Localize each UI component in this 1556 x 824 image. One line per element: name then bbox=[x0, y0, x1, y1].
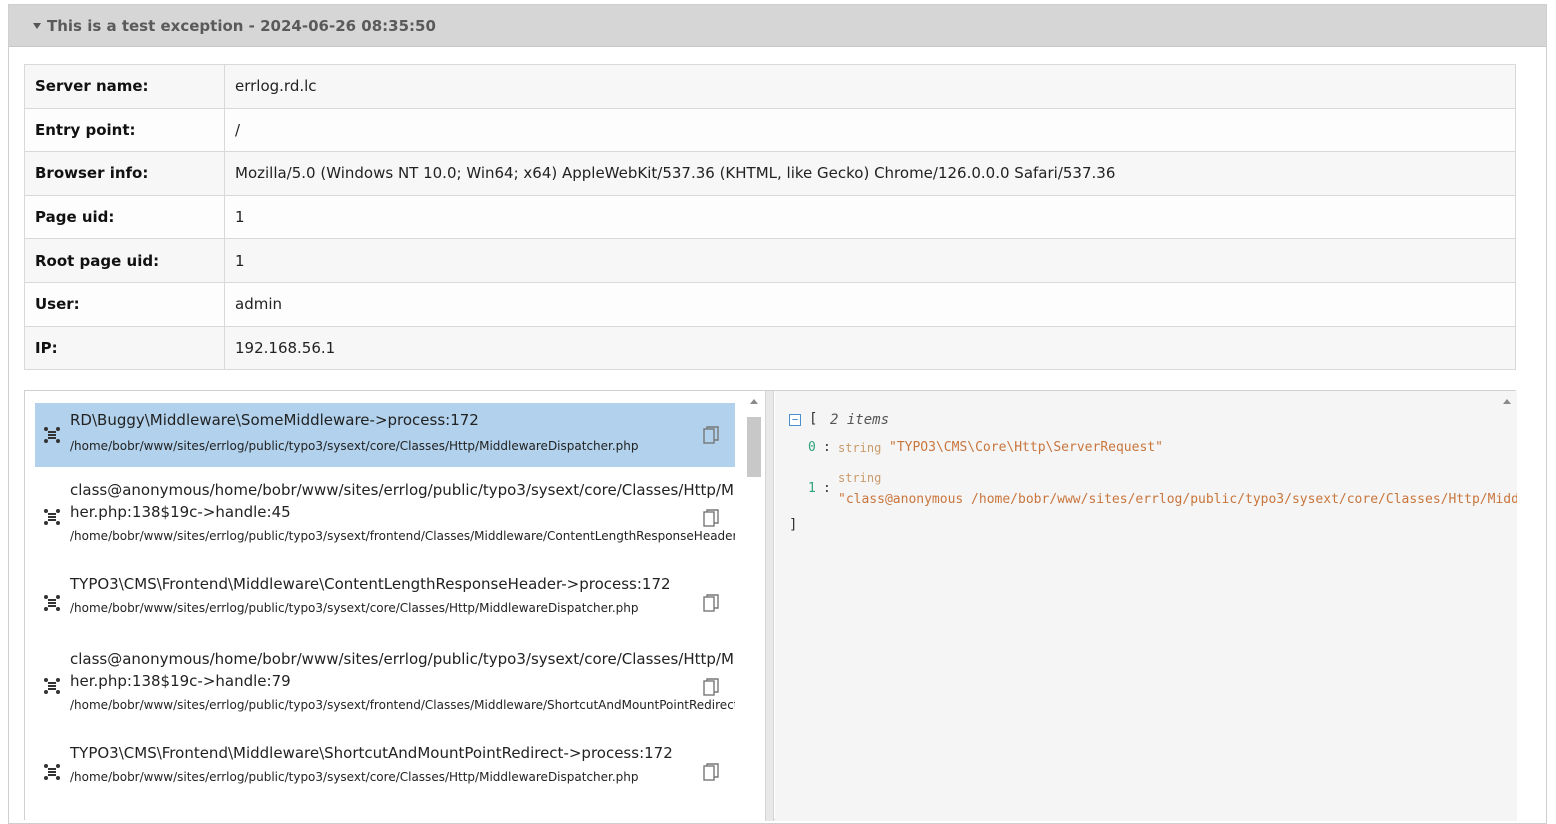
frame-file-path: /home/bobr/www/sites/errlog/public/typo3… bbox=[70, 601, 639, 615]
frame-file-path: /home/bobr/www/sites/errlog/public/typo3… bbox=[70, 770, 639, 784]
frame-function: class@anonymous/home/bobr/www/sites/errl… bbox=[70, 650, 735, 668]
function-node-icon bbox=[44, 427, 60, 443]
json-index: 0 bbox=[808, 440, 816, 455]
scroll-up-arrow-icon[interactable] bbox=[1503, 399, 1511, 404]
scrollbar-thumb[interactable] bbox=[747, 417, 761, 477]
frame-file-path: /home/bobr/www/sites/errlog/public/typo3… bbox=[70, 698, 735, 712]
frame-file-path: /home/bobr/www/sites/errlog/public/typo3… bbox=[70, 529, 735, 543]
stack-trace-list[interactable]: RD\Buggy\Middleware\SomeMiddleware->proc… bbox=[25, 391, 765, 821]
pane-splitter[interactable] bbox=[765, 391, 774, 821]
frame-function: TYPO3\CMS\Frontend\Middleware\ShortcutAn… bbox=[70, 744, 673, 762]
function-node-icon bbox=[44, 764, 60, 780]
caret-down-icon bbox=[33, 23, 41, 29]
collapse-toggle[interactable]: − bbox=[789, 414, 801, 426]
info-label: Root page uid: bbox=[24, 238, 225, 283]
info-label: Entry point: bbox=[24, 107, 225, 153]
stack-frame[interactable]: class@anonymous/home/bobr/www/sites/errl… bbox=[35, 648, 735, 720]
stack-frame[interactable]: class@anonymous/home/bobr/www/sites/errl… bbox=[35, 479, 735, 551]
trace-scrollbar[interactable] bbox=[745, 395, 763, 815]
info-value: 192.168.56.1 bbox=[224, 325, 1516, 371]
info-row-user: User: admin bbox=[24, 281, 1516, 327]
info-value: admin bbox=[224, 281, 1516, 327]
info-label: Browser info: bbox=[24, 151, 225, 196]
info-row-root-page-uid: Root page uid: 1 bbox=[24, 238, 1516, 283]
json-string-value: "class@anonymous /home/bobr/www/sites/er… bbox=[838, 492, 1517, 507]
stack-frame[interactable]: RD\Buggy\Middleware\SomeMiddleware->proc… bbox=[35, 403, 735, 467]
json-viewer: − [ 2 items 0 : string "TYPO3\CMS\Core\H… bbox=[775, 391, 1517, 821]
info-value: Mozilla/5.0 (Windows NT 10.0; Win64; x64… bbox=[224, 151, 1516, 196]
json-open-bracket: [ bbox=[809, 411, 818, 427]
trace-inspector: RD\Buggy\Middleware\SomeMiddleware->proc… bbox=[24, 390, 1517, 821]
info-label: User: bbox=[24, 281, 225, 327]
json-item-count: 2 items bbox=[830, 412, 890, 428]
info-row-page-uid: Page uid: 1 bbox=[24, 194, 1516, 240]
info-value: 1 bbox=[224, 238, 1516, 283]
info-value: 1 bbox=[224, 194, 1516, 240]
frame-file-path: /home/bobr/www/sites/errlog/public/typo3… bbox=[70, 439, 639, 453]
copy-icon[interactable] bbox=[703, 678, 719, 696]
info-row-browser-info: Browser info: Mozilla/5.0 (Windows NT 10… bbox=[24, 151, 1516, 196]
copy-icon[interactable] bbox=[703, 594, 719, 612]
function-node-icon bbox=[44, 678, 60, 694]
request-info-table: Server name: errlog.rd.lc Entry point: /… bbox=[24, 64, 1516, 371]
function-node-icon bbox=[44, 509, 60, 525]
info-value: errlog.rd.lc bbox=[224, 64, 1516, 109]
frame-function-cont: her.php:138$19c->handle:45 bbox=[70, 503, 291, 521]
info-label: IP: bbox=[24, 325, 225, 371]
info-label: Page uid: bbox=[24, 194, 225, 240]
copy-icon[interactable] bbox=[703, 509, 719, 527]
copy-icon[interactable] bbox=[703, 426, 719, 444]
json-colon: : bbox=[823, 440, 831, 455]
info-row-server-name: Server name: errlog.rd.lc bbox=[24, 64, 1516, 109]
json-string-value: "TYPO3\CMS\Core\Http\ServerRequest" bbox=[889, 440, 1163, 455]
frame-function-cont: her.php:138$19c->handle:79 bbox=[70, 672, 291, 690]
info-value: / bbox=[224, 107, 1516, 153]
json-type: string bbox=[838, 471, 882, 485]
copy-icon[interactable] bbox=[703, 763, 719, 781]
json-index: 1 bbox=[808, 481, 816, 496]
scroll-up-arrow-icon[interactable] bbox=[750, 399, 758, 404]
json-type: string bbox=[838, 441, 882, 455]
frame-function: RD\Buggy\Middleware\SomeMiddleware->proc… bbox=[70, 411, 479, 429]
function-node-icon bbox=[44, 595, 60, 611]
info-row-ip: IP: 192.168.56.1 bbox=[24, 325, 1516, 371]
stack-frame[interactable]: TYPO3\CMS\Frontend\Middleware\ShortcutAn… bbox=[35, 742, 735, 798]
info-label: Server name: bbox=[24, 64, 225, 109]
stack-frame[interactable]: TYPO3\CMS\Frontend\Middleware\ContentLen… bbox=[35, 573, 735, 629]
json-close-bracket: ] bbox=[789, 517, 798, 533]
frame-function: class@anonymous/home/bobr/www/sites/errl… bbox=[70, 481, 735, 499]
exception-header-toggle[interactable]: This is a test exception - 2024-06-26 08… bbox=[9, 5, 1546, 47]
info-row-entry-point: Entry point: / bbox=[24, 107, 1516, 153]
frame-function: TYPO3\CMS\Frontend\Middleware\ContentLen… bbox=[70, 575, 671, 593]
exception-title: This is a test exception - 2024-06-26 08… bbox=[47, 16, 436, 35]
json-colon: : bbox=[823, 481, 831, 496]
